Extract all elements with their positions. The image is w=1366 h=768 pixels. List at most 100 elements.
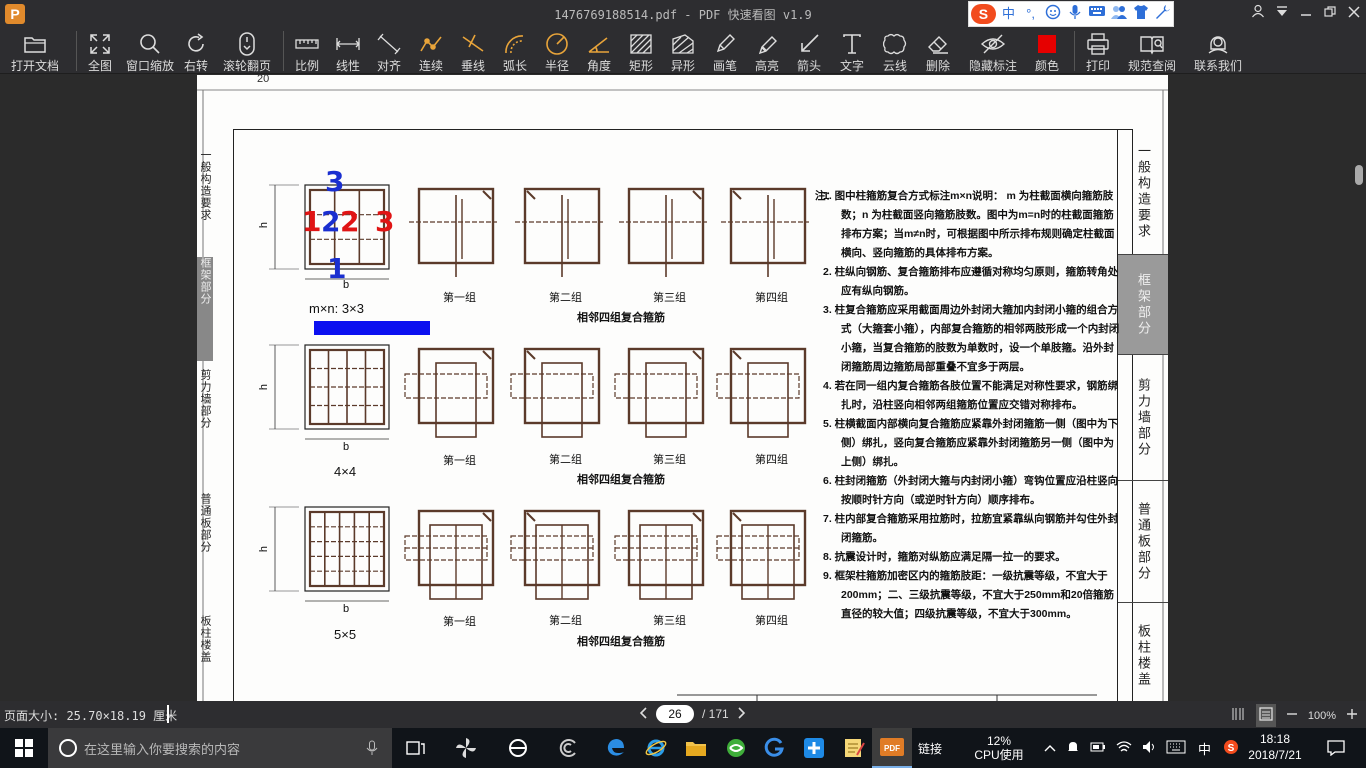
row1-group4-label: 第四组 [755,291,788,304]
taskbar-clock[interactable]: 18:18 2018/7/21 [1245,731,1305,763]
ime-punct-toggle[interactable]: °, [1021,4,1040,24]
open-document-button[interactable]: 打开文档 [0,28,70,74]
align-button[interactable]: 对齐 [368,28,410,74]
ime-language-indicator[interactable]: 中 [1198,739,1211,758]
annotation-blue-1-bottom[interactable]: 1 [327,252,346,285]
polygon-button[interactable]: 异形 [662,28,704,74]
menu-dropdown-icon[interactable] [1270,0,1294,28]
page-number-input[interactable] [656,705,694,723]
task-view-icon[interactable] [396,728,436,768]
close-button[interactable] [1342,0,1366,28]
annotation-red-2[interactable]: 2 [340,205,359,238]
ie-classic-icon[interactable] [498,728,538,768]
internet-explorer-icon[interactable] [636,728,676,768]
perpendicular-button[interactable]: 垂线 [452,28,494,74]
text-button[interactable]: 文字 [830,28,874,74]
user-icon[interactable] [1246,0,1270,28]
sogou-browser-icon[interactable] [548,728,588,768]
pinwheel-app-icon[interactable] [446,728,486,768]
sogou-g-icon[interactable] [754,728,794,768]
notification-bell-icon[interactable] [1066,740,1080,757]
clock-date: 2018/7/21 [1248,748,1302,762]
touch-keyboard-icon[interactable] [1166,740,1186,757]
file-explorer-icon[interactable] [676,728,716,768]
svg-text:S: S [1228,743,1235,754]
pdf-page[interactable]: 20 一般构造要求 框架部分 剪力墙部分 普通板部分 板柱楼盖 一般构造要求 框… [197,75,1168,701]
wheel-page-button[interactable]: 滚轮翻页 [217,28,277,74]
battery-icon[interactable] [1090,741,1106,756]
stirrup-hook [732,350,742,360]
note-2: 2. 柱纵向钢筋、复合箍筋排布应遵循对称均匀原则，箍筋转角处应有纵向钢筋。 [823,266,1119,297]
linear-button[interactable]: 线性 [328,28,368,74]
pen-button[interactable]: 画笔 [704,28,746,74]
contact-us-button[interactable]: 联系我们 [1187,28,1249,74]
ime-settings-icon[interactable] [1154,4,1173,24]
single-page-view-icon[interactable] [1230,706,1246,725]
text-label: 文字 [839,59,864,73]
plus-app-icon[interactable] [794,728,834,768]
arrow-button[interactable]: 箭头 [788,28,830,74]
pdf-viewer-taskbar-icon[interactable]: PDF [872,728,912,768]
angle-button[interactable]: 角度 [578,28,620,74]
cpu-usage-widget[interactable]: 12% CPU使用 [964,734,1034,762]
start-button[interactable] [0,728,48,768]
edge-browser-icon[interactable] [596,728,636,768]
zoom-out-icon[interactable] [1286,708,1298,723]
next-page-icon[interactable] [737,706,745,722]
tray-link-label[interactable]: 链接 [918,740,942,757]
annotation-red-3[interactable]: 3 [375,205,394,238]
fit-page-button[interactable]: 全图 [83,28,117,74]
wifi-icon[interactable] [1116,740,1132,757]
ime-keyboard-icon[interactable] [1087,4,1106,24]
cpu-percent: 12% [987,734,1012,748]
arc-length-button[interactable]: 弧长 [494,28,536,74]
hide-annotations-button[interactable]: 隐藏标注 [960,28,1026,74]
maximize-button[interactable] [1318,0,1342,28]
window-zoom-button[interactable]: 窗口缩放 [121,28,179,74]
annotation-blue-3-top[interactable]: 3 [325,165,344,198]
sogou-logo-icon[interactable]: S [971,4,996,24]
group-outer-stirrup [729,347,807,425]
sogou-tray-icon[interactable]: S [1223,739,1239,758]
zoom-in-icon[interactable] [1346,708,1358,723]
annotation-red-1[interactable]: 1 [302,205,321,238]
notepad-app-icon[interactable] [834,728,874,768]
row3-dim-h: h [258,545,271,553]
ime-voice-icon[interactable] [1065,4,1084,24]
prev-page-icon[interactable] [639,706,648,722]
continuous-view-icon[interactable] [1255,704,1276,727]
ime-users-icon[interactable] [1110,4,1129,24]
action-center-icon[interactable] [1316,728,1356,768]
delete-button[interactable]: 删除 [916,28,960,74]
microphone-icon[interactable] [366,740,378,756]
highlight-button[interactable]: 高亮 [746,28,788,74]
annotation-blue-bar[interactable] [314,321,430,335]
print-button[interactable]: 打印 [1081,28,1115,74]
vertical-scrollbar-thumb[interactable] [1355,165,1363,185]
rotate-right-button[interactable]: 右转 [179,28,213,74]
row2-group3-label: 第三组 [653,453,686,466]
ime-skin-icon[interactable] [1132,4,1151,24]
spec-lookup-label: 规范查阅 [1127,59,1176,73]
color-button[interactable]: 颜色 [1026,28,1068,74]
spec-lookup-button[interactable]: 规范查阅 [1121,28,1183,74]
document-viewport[interactable]: 20 一般构造要求 框架部分 剪力墙部分 普通板部分 板柱楼盖 一般构造要求 框… [0,75,1366,701]
ime-lang-toggle[interactable]: 中 [999,4,1018,24]
row2-dim-b: b [343,441,350,453]
360-browser-icon[interactable] [716,728,756,768]
eraser-icon [925,32,951,56]
volume-icon[interactable] [1142,740,1156,757]
scale-button[interactable]: 比例 [290,28,324,74]
tray-expand-icon[interactable] [1044,741,1056,755]
cpu-label: CPU使用 [974,748,1024,762]
radius-button[interactable]: 半径 [536,28,578,74]
mouse-icon [234,32,260,56]
annotation-blue-2[interactable]: 2 [321,205,340,238]
ime-emoji-icon[interactable] [1043,4,1062,24]
minimize-button[interactable] [1294,0,1318,28]
continuous-button[interactable]: 连续 [410,28,452,74]
taskbar-search-box[interactable]: 在这里输入你要搜索的内容 [48,728,392,768]
cloud-button[interactable]: 云线 [874,28,916,74]
rectangle-button[interactable]: 矩形 [620,28,662,74]
svg-text:PDF: PDF [884,744,900,753]
